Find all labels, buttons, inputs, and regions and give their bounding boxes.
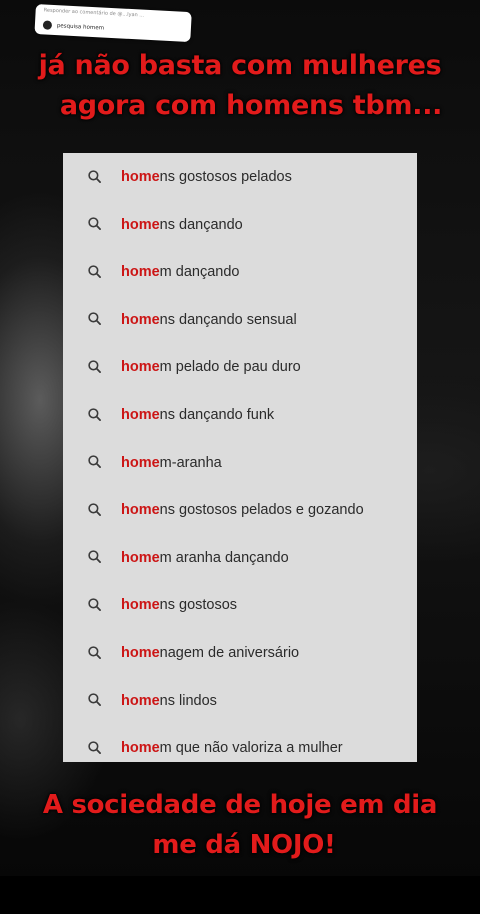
suggestion-item[interactable]: homem que não valoriza a mulher	[63, 728, 417, 762]
suggestion-completion: ns gostosos pelados e gozando	[159, 502, 364, 519]
bottom-black-bar	[0, 876, 480, 914]
suggestion-match-highlight: home	[121, 597, 160, 614]
reply-sticker-header: Responder ao comentário de @...lyan ...	[43, 7, 145, 19]
search-icon	[63, 358, 121, 377]
suggestion-text: homem aranha dançando	[121, 550, 289, 566]
suggestion-match-highlight: home	[121, 645, 160, 661]
suggestion-completion: nagem de aniversário	[159, 645, 300, 661]
suggestion-completion: ns dançando funk	[159, 407, 275, 423]
suggestion-text: homens gostosos	[121, 597, 237, 613]
suggestion-item[interactable]: homens gostosos	[63, 585, 417, 625]
suggestion-completion: m pelado de pau duro	[159, 359, 301, 376]
suggestion-completion: ns dançando sensual	[159, 311, 297, 328]
suggestion-text: homens gostosos pelados e gozando	[121, 502, 364, 518]
suggestion-item[interactable]: homem pelado de pau duro	[63, 347, 417, 387]
search-icon	[63, 453, 121, 472]
suggestion-match-highlight: home	[121, 407, 160, 423]
suggestion-text: homens dançando sensual	[121, 312, 297, 328]
suggestion-match-highlight: home	[121, 264, 160, 281]
suggestion-match-highlight: home	[121, 502, 160, 519]
search-suggestions-list: homens gostosos pelados homens dançando ho…	[63, 153, 417, 762]
search-icon	[63, 501, 121, 520]
suggestion-item[interactable]: homens lindos	[63, 681, 417, 721]
top-caption: já não basta com mulheres agora com home…	[0, 46, 480, 126]
bottom-caption-line-2: me dá NOJO!	[152, 830, 336, 860]
suggestion-text: homem que não valoriza a mulher	[121, 740, 343, 756]
suggestion-match-highlight: home	[121, 549, 160, 566]
suggestion-completion: m dançando	[159, 264, 240, 281]
suggestion-text: homem pelado de pau duro	[121, 359, 301, 375]
suggestion-match-highlight: home	[121, 169, 160, 185]
search-icon	[63, 215, 121, 234]
suggestion-text: homenagem de aniversário	[121, 645, 299, 661]
suggestion-match-highlight: home	[121, 359, 160, 376]
search-icon	[63, 596, 121, 615]
search-icon	[63, 168, 121, 187]
suggestion-text: homens dançando	[121, 217, 243, 233]
suggestion-item[interactable]: homens gostosos pelados e gozando	[63, 490, 417, 530]
suggestion-match-highlight: home	[121, 216, 160, 233]
suggestion-item[interactable]: homens gostosos pelados	[63, 157, 417, 197]
suggestion-text: homens gostosos pelados	[121, 169, 292, 185]
suggestion-text: homem dançando	[121, 264, 239, 280]
suggestion-item[interactable]: homens dançando	[63, 205, 417, 245]
search-icon	[63, 310, 121, 329]
search-icon	[63, 739, 121, 758]
avatar	[42, 20, 53, 30]
bottom-caption: A sociedade de hoje em dia me dá NOJO!	[0, 785, 480, 865]
suggestion-completion: m que não valoriza a mulher	[159, 740, 343, 757]
suggestion-completion: ns gostosos	[159, 597, 238, 614]
suggestion-completion: m-aranha	[159, 454, 222, 471]
suggestion-item[interactable]: homens dançando sensual	[63, 300, 417, 340]
search-icon	[63, 263, 121, 282]
search-icon	[63, 548, 121, 567]
search-icon	[63, 406, 121, 425]
suggestion-text: homens lindos	[121, 693, 217, 709]
suggestion-match-highlight: home	[121, 740, 160, 757]
suggestion-text: homem-aranha	[121, 455, 222, 471]
search-icon	[63, 644, 121, 663]
suggestion-completion: ns gostosos pelados	[159, 169, 292, 185]
suggestion-item[interactable]: homem aranha dançando	[63, 538, 417, 578]
suggestion-item[interactable]: homens dançando funk	[63, 395, 417, 435]
suggestion-match-highlight: home	[121, 311, 160, 328]
reply-sticker-comment: pesquisa homem	[56, 22, 105, 32]
suggestion-item[interactable]: homem dançando	[63, 252, 417, 292]
suggestion-item[interactable]: homem-aranha	[63, 443, 417, 483]
suggestion-completion: m aranha dançando	[159, 549, 289, 566]
suggestion-completion: ns lindos	[159, 692, 217, 709]
top-caption-line-2: agora com homens tbm...	[59, 90, 443, 121]
suggestion-item[interactable]: homenagem de aniversário	[63, 633, 417, 673]
search-icon	[63, 691, 121, 710]
suggestion-text: homens dançando funk	[121, 407, 274, 423]
suggestion-match-highlight: home	[121, 454, 160, 471]
bottom-caption-line-1: A sociedade de hoje em dia	[42, 790, 438, 820]
reply-sticker-row: pesquisa homem	[42, 20, 105, 32]
suggestion-match-highlight: home	[121, 692, 160, 709]
suggestion-completion: ns dançando	[159, 216, 243, 233]
top-caption-line-1: já não basta com mulheres	[38, 50, 442, 81]
